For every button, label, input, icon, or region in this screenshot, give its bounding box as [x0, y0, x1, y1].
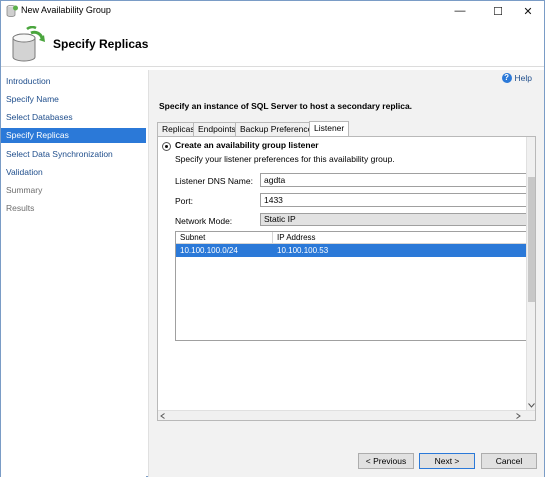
horizontal-scrollbar[interactable]	[158, 410, 535, 420]
maximize-button[interactable]: ☐	[481, 1, 515, 21]
network-mode-select[interactable]: Static IP	[260, 213, 530, 226]
page-title: Specify Replicas	[53, 37, 149, 51]
previous-button[interactable]: < Previous	[358, 453, 414, 469]
create-listener-radio[interactable]	[162, 142, 171, 151]
table-row[interactable]: 10.100.100.0/24 10.100.100.53	[176, 244, 527, 257]
wizard-header: Specify Replicas	[1, 21, 544, 67]
help-icon: ?	[501, 73, 512, 83]
sidebar-item-select-data-synchronization[interactable]: Select Data Synchronization	[1, 147, 146, 162]
scroll-down-icon[interactable]	[528, 403, 535, 408]
column-header-subnet[interactable]: Subnet	[176, 232, 273, 244]
cancel-button[interactable]: Cancel	[481, 453, 537, 469]
sidebar-item-results: Results	[6, 203, 35, 213]
vertical-scrollbar[interactable]	[526, 137, 535, 410]
create-listener-label[interactable]: Create an availability group listener	[175, 140, 319, 150]
dialog-window: New Availability Group — ☐ ✕ Specify Rep…	[0, 0, 545, 477]
listener-description: Specify your listener preferences for th…	[175, 154, 395, 164]
sidebar-item-specify-replicas[interactable]: Specify Replicas	[1, 128, 146, 143]
close-icon: ✕	[523, 5, 533, 18]
listener-tab-panel: Create an availability group listener Sp…	[157, 136, 536, 421]
next-button[interactable]: Next >	[419, 453, 475, 469]
subnet-cell: 10.100.100.0/24	[180, 246, 238, 255]
vertical-scroll-thumb[interactable]	[528, 177, 535, 302]
minimize-icon: —	[454, 5, 466, 17]
instruction-text: Specify an instance of SQL Server to hos…	[159, 101, 413, 111]
help-link[interactable]: ? Help	[501, 73, 532, 83]
dns-name-label: Listener DNS Name:	[175, 176, 253, 186]
ip-address-table: Subnet IP Address 10.100.100.0/24 10.100…	[175, 231, 528, 341]
wizard-content: ? Help Specify an instance of SQL Server…	[148, 70, 544, 477]
sidebar-item-summary: Summary	[6, 185, 43, 195]
database-refresh-icon	[12, 26, 45, 62]
wizard-sidebar: Introduction Specify Name Select Databas…	[1, 71, 146, 477]
dns-name-input[interactable]: agdta	[260, 173, 530, 187]
scroll-left-icon[interactable]	[160, 413, 165, 419]
sidebar-item-select-databases[interactable]: Select Databases	[1, 110, 146, 125]
window-title: New Availability Group	[21, 5, 111, 15]
network-mode-label: Network Mode:	[175, 216, 233, 226]
tab-listener[interactable]: Listener	[309, 121, 350, 136]
sidebar-item-validation[interactable]: Validation	[1, 165, 146, 180]
port-input[interactable]: 1433	[260, 193, 530, 207]
sidebar-item-specify-name[interactable]: Specify Name	[1, 92, 146, 107]
sidebar-item-introduction[interactable]: Introduction	[1, 74, 146, 89]
close-button[interactable]: ✕	[511, 1, 545, 21]
minimize-button[interactable]: —	[443, 1, 477, 21]
tab-endpoints[interactable]: Endpoints	[193, 122, 241, 136]
title-bar: New Availability Group — ☐ ✕	[1, 1, 544, 21]
scroll-right-icon[interactable]	[516, 413, 521, 419]
column-header-ip-address[interactable]: IP Address	[273, 232, 527, 244]
help-label: Help	[514, 73, 532, 83]
availability-group-app-icon	[6, 4, 18, 17]
ip-address-cell: 10.100.100.53	[277, 246, 329, 255]
maximize-icon: ☐	[493, 5, 503, 18]
port-label: Port:	[175, 196, 193, 206]
